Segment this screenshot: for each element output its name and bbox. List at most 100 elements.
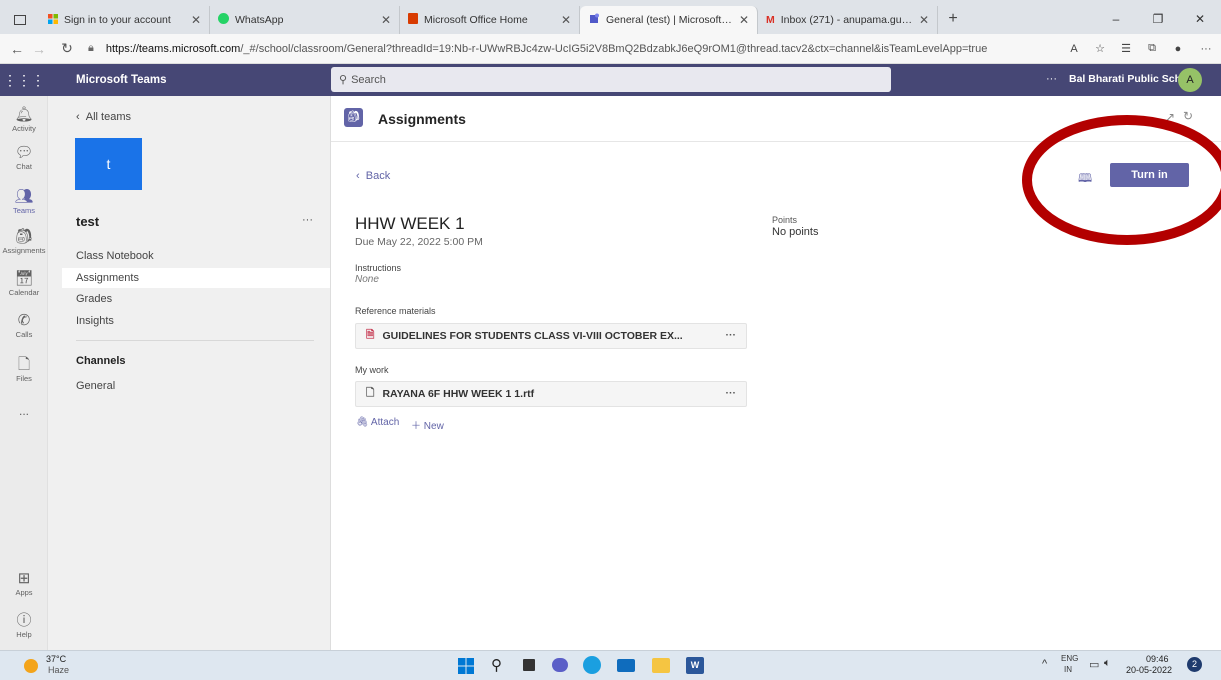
close-tab-icon[interactable]: ✕: [381, 13, 391, 27]
whatsapp-icon: [218, 13, 229, 27]
nav-class-notebook[interactable]: Class Notebook: [76, 250, 154, 262]
rail-files[interactable]: 🗋 Files: [0, 356, 48, 383]
browser-tab-office[interactable]: Microsoft Office Home ✕: [400, 6, 580, 34]
close-tab-icon[interactable]: ✕: [739, 13, 749, 27]
new-tab-icon[interactable]: +: [938, 6, 968, 34]
plus-icon: ＋: [411, 421, 424, 432]
tab-label: General (test) | Microsoft Teams: [606, 14, 733, 26]
calendar-icon: 📅︎: [14, 270, 34, 287]
attach-button[interactable]: 🖇︎ Attach: [356, 417, 399, 428]
app-launcher-icon[interactable]: ⋮⋮⋮: [0, 72, 48, 89]
restore-icon[interactable]: ❐: [1137, 6, 1179, 34]
mail-icon[interactable]: [617, 659, 635, 672]
divider: [76, 340, 314, 341]
close-window-icon[interactable]: ✕: [1179, 6, 1221, 34]
page-title: Assignments: [378, 111, 466, 127]
windows-taskbar: 37°C Haze ⚲ W ^ ENG IN ▭ 🔈︎ 09:46 20-05-…: [0, 650, 1221, 680]
taskbar-search-icon[interactable]: ⚲: [491, 656, 502, 674]
nav-assignments[interactable]: Assignments: [76, 272, 139, 284]
rail-label: Files: [16, 374, 32, 383]
browser-tab-signin[interactable]: Sign in to your account ✕: [40, 6, 210, 34]
volume-icon[interactable]: 🔈︎: [1104, 657, 1111, 670]
clock-time[interactable]: 09:46: [1146, 654, 1169, 664]
file-more-icon[interactable]: ···: [726, 329, 737, 341]
show-hidden-icons-icon[interactable]: ^: [1042, 658, 1047, 670]
browser-tab-teams[interactable]: General (test) | Microsoft Teams ✕: [580, 6, 758, 34]
due-date: Due May 22, 2022 5:00 PM: [355, 236, 483, 248]
windows-start-icon[interactable]: [458, 658, 474, 677]
rail-label: Chat: [16, 162, 32, 171]
back-label: Back: [365, 170, 391, 182]
weather-icon: [24, 659, 38, 673]
avatar[interactable]: A: [1178, 68, 1202, 92]
assignments-icon: 🎒︎: [14, 228, 34, 245]
rail-calls[interactable]: ✆ Calls: [0, 312, 48, 339]
search-input[interactable]: ⚲ Search: [331, 67, 891, 92]
nav-grades[interactable]: Grades: [76, 293, 112, 305]
region-code: IN: [1064, 665, 1072, 674]
more-options-icon[interactable]: ···: [1046, 73, 1057, 85]
rail-calendar[interactable]: 📅︎ Calendar: [0, 270, 48, 297]
assignments-app-icon: 🎒︎: [344, 108, 363, 127]
rail-chat[interactable]: 💬︎ Chat: [0, 144, 48, 171]
teams-icon: [588, 13, 600, 27]
rail-label: Calendar: [8, 288, 40, 297]
url-path: /_#/school/classroom/General?threadId=19…: [240, 42, 988, 55]
paperclip-icon: 🖇︎: [356, 417, 371, 428]
network-icon[interactable]: ▭: [1089, 658, 1099, 671]
channel-general[interactable]: General: [76, 380, 115, 392]
back-link[interactable]: ‹ Back: [356, 170, 390, 182]
rail-label: Assignments: [2, 246, 46, 255]
rail-apps[interactable]: ⊞ Apps: [0, 570, 48, 597]
rail-teams[interactable]: 👥︎ Teams: [0, 188, 48, 215]
search-icon: ⚲: [339, 74, 348, 86]
read-aloud-icon[interactable]: A: [1061, 43, 1087, 55]
profile-icon[interactable]: ●: [1165, 43, 1191, 55]
my-work-file-name: RAYANA 6F HHW WEEK 1 1.rtf: [382, 388, 535, 400]
close-tab-icon[interactable]: ✕: [561, 13, 571, 27]
help-icon: ⓘ: [16, 612, 32, 629]
instructions-label: Instructions: [355, 263, 402, 273]
pdf-file-icon: 🗎: [366, 329, 375, 341]
my-work-file-card[interactable]: 🗋 RAYANA 6F HHW WEEK 1 1.rtf ···: [355, 381, 747, 407]
file-more-icon[interactable]: ···: [726, 387, 737, 399]
new-button[interactable]: ＋ New: [411, 417, 444, 432]
rail-help[interactable]: ⓘ Help: [0, 612, 48, 639]
forward-arrow-icon[interactable]: →: [28, 41, 50, 57]
edge-icon[interactable]: [583, 656, 601, 674]
reference-materials-label: Reference materials: [355, 306, 436, 316]
rail-assignments[interactable]: 🎒︎ Assignments: [0, 228, 48, 255]
tab-label: Microsoft Office Home: [424, 14, 528, 26]
nav-insights[interactable]: Insights: [76, 315, 114, 327]
all-teams-label: All teams: [85, 111, 132, 123]
browser-tab-whatsapp[interactable]: WhatsApp ✕: [210, 6, 400, 34]
word-icon[interactable]: W: [686, 657, 704, 674]
notification-badge[interactable]: 2: [1187, 657, 1202, 672]
close-tab-icon[interactable]: ✕: [919, 13, 929, 27]
back-arrow-icon[interactable]: ←: [6, 41, 28, 57]
favorites-list-icon[interactable]: ☰: [1113, 42, 1139, 55]
search-placeholder: Search: [351, 73, 386, 86]
teams-chat-icon[interactable]: [552, 658, 568, 672]
minimize-icon[interactable]: –: [1095, 6, 1137, 34]
refresh-icon[interactable]: ↻: [56, 40, 78, 57]
browser-menu-icon[interactable]: ···: [1191, 43, 1221, 55]
chevron-left-icon: ‹: [76, 111, 86, 123]
rail-activity[interactable]: 🔔︎ Activity: [0, 106, 48, 133]
teams-icon: 👥︎: [14, 188, 34, 205]
language-code[interactable]: ENG: [1061, 654, 1078, 663]
task-view-icon[interactable]: [523, 659, 535, 671]
collections-icon[interactable]: ⧉: [1139, 42, 1165, 55]
browser-tab-gmail[interactable]: M Inbox (271) - anupama.gulati@p ✕: [758, 6, 938, 34]
file-explorer-icon[interactable]: [652, 658, 670, 673]
url-field[interactable]: https://teams.microsoft.com/_#/school/cl…: [94, 43, 1061, 55]
tab-actions-icon[interactable]: [0, 6, 40, 34]
favorite-icon[interactable]: ☆: [1087, 42, 1113, 55]
team-more-icon[interactable]: ···: [302, 214, 313, 226]
more-icon[interactable]: ...: [0, 404, 48, 418]
reference-file-card[interactable]: 🗎 GUIDELINES FOR STUDENTS CLASS VI-VIII …: [355, 323, 747, 349]
weather-temp[interactable]: 37°C: [46, 654, 66, 664]
close-tab-icon[interactable]: ✕: [191, 13, 201, 27]
all-teams-link[interactable]: ‹ All teams: [76, 111, 131, 123]
new-label: New: [423, 421, 444, 432]
